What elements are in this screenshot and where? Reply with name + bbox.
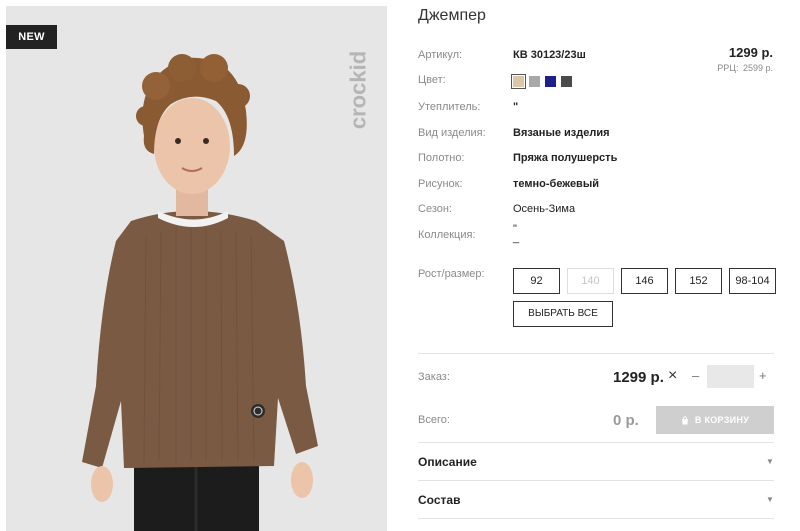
decrease-button[interactable]: – xyxy=(692,368,699,383)
divider xyxy=(418,353,774,354)
brand-logo: crockid xyxy=(346,51,371,129)
size-label: Рост/размер: xyxy=(418,268,485,280)
size-option-98-104[interactable]: 98-104 xyxy=(729,268,776,294)
chevron-down-icon[interactable]: ▼ xyxy=(766,457,774,466)
pattern-value: темно-бежевый xyxy=(513,178,599,190)
rrp-label: РРЦ: xyxy=(717,63,739,73)
times-icon: × xyxy=(668,367,678,384)
swatch-dark-grey[interactable] xyxy=(561,76,572,87)
total-label: Всего: xyxy=(418,414,450,426)
color-swatches xyxy=(511,74,572,89)
size-option-140[interactable]: 140 xyxy=(567,268,614,294)
pattern-label: Рисунок: xyxy=(418,178,463,190)
product-title: Джемпер xyxy=(418,7,486,24)
article-label: Артикул: xyxy=(418,49,463,61)
color-label: Цвет: xyxy=(418,74,446,86)
size-option-152[interactable]: 152 xyxy=(675,268,722,294)
size-options: 92 140 146 152 98-104 xyxy=(513,268,776,294)
season-label: Сезон: xyxy=(418,203,452,215)
swatch-beige[interactable] xyxy=(511,74,526,89)
product-image xyxy=(82,54,318,531)
item-type-label: Вид изделия: xyxy=(418,127,486,139)
product-price: 1299 р. xyxy=(728,45,773,60)
order-label: Заказ: xyxy=(418,371,450,383)
total-value: 0 р. xyxy=(613,412,639,429)
increase-button[interactable]: + xyxy=(759,368,767,383)
product-photo[interactable]: NEW crockid xyxy=(6,6,387,531)
svg-text:crockid: crockid xyxy=(346,51,371,129)
swatch-navy[interactable] xyxy=(545,76,556,87)
rrp-price: РРЦ: 2599 р. xyxy=(715,63,773,73)
collection-value: " _ xyxy=(513,223,520,244)
collection-label: Коллекция: xyxy=(418,229,476,241)
insulation-value: " xyxy=(513,101,519,113)
insulation-label: Утеплитель: xyxy=(418,101,481,113)
size-option-146[interactable]: 146 xyxy=(621,268,668,294)
size-option-92[interactable]: 92 xyxy=(513,268,560,294)
description-section-title[interactable]: Описание xyxy=(418,455,477,469)
fabric-label: Полотно: xyxy=(418,152,465,164)
cart-icon xyxy=(681,416,688,425)
new-badge: NEW xyxy=(6,25,57,49)
fabric-value: Пряжа полушерсть xyxy=(513,152,618,164)
add-to-cart-button[interactable]: В КОРЗИНУ xyxy=(656,406,774,434)
season-value: Осень-Зима xyxy=(513,203,576,215)
divider xyxy=(418,442,774,443)
item-type-value: Вязаные изделия xyxy=(513,127,610,139)
swatch-grey[interactable] xyxy=(529,76,540,87)
divider xyxy=(418,480,774,481)
article-value: КВ 30123/23ш xyxy=(513,49,586,61)
select-all-button[interactable]: ВЫБРАТЬ ВСЕ xyxy=(513,301,613,327)
quantity-input[interactable] xyxy=(707,365,754,388)
composition-section-title[interactable]: Состав xyxy=(418,493,460,507)
divider xyxy=(418,518,774,519)
chevron-down-icon[interactable]: ▼ xyxy=(766,495,774,504)
order-price: 1299 р. xyxy=(613,369,664,386)
add-to-cart-label: В КОРЗИНУ xyxy=(694,415,750,425)
rrp-value: 2599 р. xyxy=(742,63,773,73)
